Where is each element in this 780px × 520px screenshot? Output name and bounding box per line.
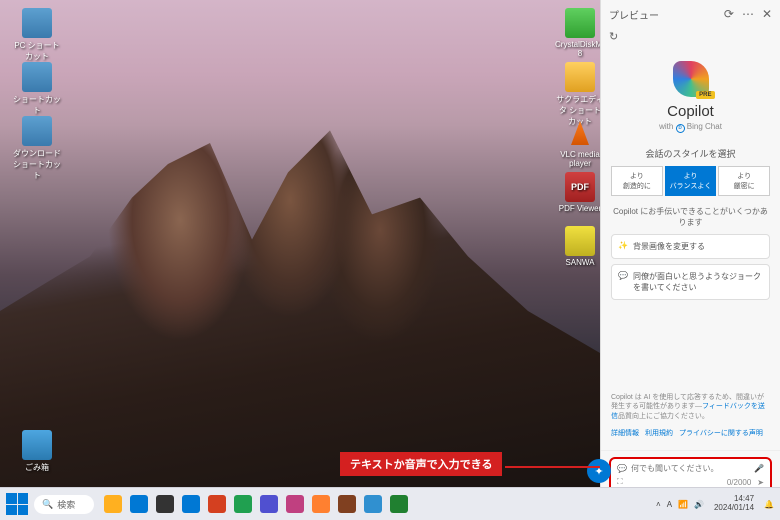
taskbar-app-icon[interactable] [130, 495, 148, 513]
suggestion-icon: ✨ [618, 241, 628, 250]
annotation-line [505, 466, 600, 468]
icon-label: PC ショートカット [12, 40, 62, 62]
disclaimer: Copilot は AI を使用して応答するため、間違いが発生する可能性がありま… [611, 393, 770, 422]
app-icon [22, 8, 52, 38]
desktop-icon[interactable]: ダウンロード ショートカット [12, 116, 62, 181]
icon-label: VLC media player [555, 150, 605, 168]
system-tray[interactable]: ˄ A 📶 🔊 14:47 2024/01/14 🔔 [656, 495, 774, 513]
wifi-icon[interactable]: 📶 [678, 500, 688, 509]
expand-icon[interactable]: ⛶ [617, 477, 623, 487]
desktop-icon[interactable]: PC ショートカット [12, 8, 62, 62]
app-icon: PDF [565, 172, 595, 202]
desktop-icon[interactable]: SANWA [555, 226, 605, 267]
taskbar-app-icon[interactable] [104, 495, 122, 513]
annotation-callout: テキストか音声で入力できる [340, 452, 502, 476]
style-label: 会話のスタイルを選択 [611, 147, 770, 160]
taskbar-app-icon[interactable] [338, 495, 356, 513]
search-box[interactable]: 🔍 検索 [34, 495, 94, 514]
style-option[interactable]: より厳密に [718, 166, 770, 196]
taskbar-app-icon[interactable] [312, 495, 330, 513]
wallpaper-mountain [0, 80, 600, 500]
close-icon[interactable]: ✕ [762, 7, 772, 21]
copilot-logo-block: PRE Copilot with b Bing Chat [611, 61, 770, 133]
pre-badge: PRE [696, 91, 714, 99]
notification-icon[interactable]: 🔔 [764, 500, 774, 509]
copilot-subtitle: with b Bing Chat [611, 122, 770, 133]
icon-label: ダウンロード ショートカット [12, 148, 62, 181]
taskbar-app-icon[interactable] [234, 495, 252, 513]
app-icon [565, 62, 595, 92]
desktop-icon[interactable]: CrystalDiskMark 8 [555, 8, 605, 58]
suggestion-text: 同僚が面白いと思うようなジョークを書いてください [633, 271, 763, 293]
taskbar-app-icon[interactable] [182, 495, 200, 513]
taskbar-app-icon[interactable] [364, 495, 382, 513]
chat-icon: 💬 [617, 464, 627, 473]
refresh-icon[interactable]: ⟳ [724, 7, 734, 21]
taskbar-app-icon[interactable] [260, 495, 278, 513]
copilot-sidebar: プレビュー ⟳ ⋯ ✕ ↻ PRE Copilot with b Bing Ch… [600, 0, 780, 500]
icon-label: ごみ箱 [12, 462, 62, 473]
icon-label: PDF Viewer [555, 204, 605, 213]
desktop-icon[interactable]: ごみ箱 [12, 430, 62, 473]
more-icon[interactable]: ⋯ [742, 7, 754, 21]
icon-label: ショートカット [12, 94, 62, 116]
taskbar: 🔍 検索 ˄ A 📶 🔊 14:47 2024/01/14 🔔 [0, 487, 780, 520]
clock[interactable]: 14:47 2024/01/14 [714, 495, 754, 513]
send-icon[interactable]: ➤ [757, 478, 764, 487]
app-icon [22, 116, 52, 146]
char-counter: 0/2000 [727, 478, 751, 487]
app-icon [565, 226, 595, 256]
style-option[interactable]: より創造的に [611, 166, 663, 196]
new-topic-button[interactable]: ✦ [587, 459, 611, 483]
chat-input[interactable] [631, 464, 750, 473]
style-selector: より創造的によりバランスよくより厳密に [611, 166, 770, 196]
footer-link[interactable]: 利用規約 [645, 428, 673, 438]
suggestion-icon: 💬 [618, 271, 628, 280]
copilot-logo-icon: PRE [673, 61, 709, 97]
taskbar-app-icon[interactable] [208, 495, 226, 513]
search-icon: 🔍 [42, 499, 53, 510]
start-button[interactable] [6, 493, 28, 515]
taskbar-app-icon[interactable] [390, 495, 408, 513]
bing-icon: b [676, 124, 685, 133]
taskbar-app-icon[interactable] [286, 495, 304, 513]
copilot-header: プレビュー ⟳ ⋯ ✕ [601, 0, 780, 28]
help-text: Copilot にお手伝いできることがいくつかあります [611, 206, 770, 228]
desktop-icon[interactable]: PDF PDF Viewer [555, 172, 605, 213]
taskbar-app-icon[interactable] [156, 495, 174, 513]
footer-link[interactable]: 詳細情報 [611, 428, 639, 438]
footer-link[interactable]: プライバシーに関する声明 [679, 428, 763, 438]
style-option[interactable]: よりバランスよく [665, 166, 717, 196]
ime-indicator[interactable]: A [667, 500, 672, 509]
suggestion-text: 背景画像を変更する [633, 241, 705, 252]
app-icon [565, 8, 595, 38]
footer-links: 詳細情報利用規約プライバシーに関する声明 [611, 428, 770, 438]
history-icon[interactable]: ↻ [609, 31, 618, 43]
desktop-icon[interactable]: ショートカット [12, 62, 62, 116]
taskbar-apps [104, 495, 408, 513]
mic-icon[interactable]: 🎤 [754, 464, 764, 473]
suggestion-card[interactable]: ✨ 背景画像を変更する [611, 234, 770, 259]
app-icon [565, 118, 595, 148]
suggestion-card[interactable]: 💬 同僚が面白いと思うようなジョークを書いてください [611, 264, 770, 300]
chevron-up-icon[interactable]: ˄ [656, 500, 661, 509]
app-icon [22, 430, 52, 460]
icon-label: SANWA [555, 258, 605, 267]
copilot-title: Copilot [611, 103, 770, 120]
copilot-header-title: プレビュー [609, 7, 659, 22]
search-label: 検索 [57, 498, 75, 511]
desktop-icon[interactable]: VLC media player [555, 118, 605, 168]
icon-label: CrystalDiskMark 8 [555, 40, 605, 58]
volume-icon[interactable]: 🔊 [694, 500, 704, 509]
app-icon [22, 62, 52, 92]
